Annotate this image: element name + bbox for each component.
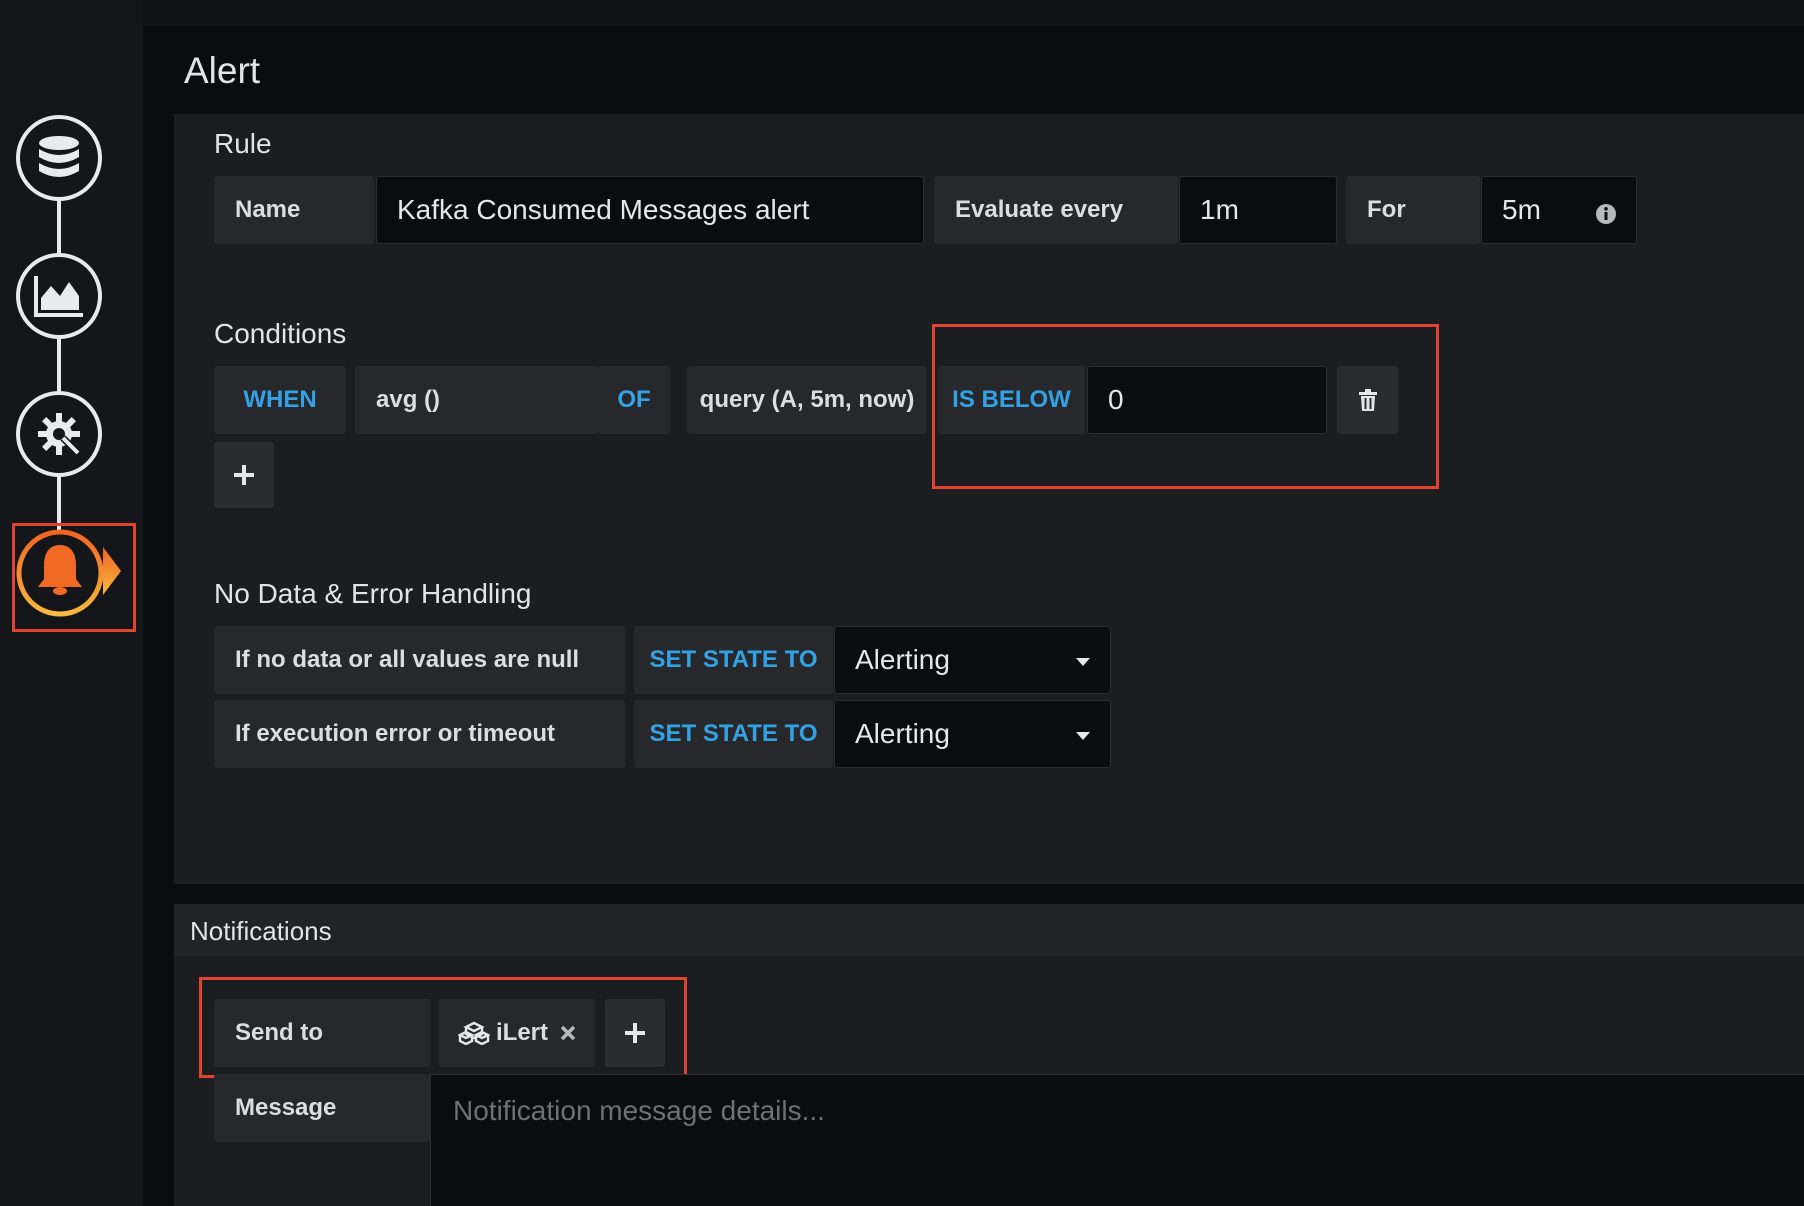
plus-icon xyxy=(234,465,254,485)
name-input[interactable]: Kafka Consumed Messages alert xyxy=(376,176,924,244)
nodata-state-select[interactable]: Alerting xyxy=(834,626,1111,694)
name-label: Name xyxy=(214,176,374,244)
add-condition-button[interactable] xyxy=(214,442,274,508)
set-state-label: SET STATE TO xyxy=(634,700,833,768)
when-label: WHEN xyxy=(214,366,346,434)
settings-icon xyxy=(38,413,81,456)
query-select[interactable]: query (A, 5m, now) xyxy=(687,366,927,434)
rail-connector xyxy=(57,333,61,393)
step-settings[interactable] xyxy=(16,391,102,477)
chevron-down-icon xyxy=(1076,658,1090,666)
error-state-select[interactable]: Alerting xyxy=(834,700,1111,768)
rule-section-title: Rule xyxy=(214,128,272,159)
message-label: Message xyxy=(214,1074,430,1142)
set-state-label: SET STATE TO xyxy=(634,626,833,694)
step-data-source[interactable] xyxy=(16,115,102,201)
rail-connector xyxy=(57,195,61,255)
visualization-icon xyxy=(34,276,83,317)
nodata-section-title: No Data & Error Handling xyxy=(214,578,532,609)
info-icon[interactable] xyxy=(1595,203,1617,225)
for-label: For xyxy=(1346,176,1480,244)
send-to-highlight xyxy=(199,977,687,1078)
evaluate-every-label: Evaluate every xyxy=(934,176,1178,244)
evaluate-every-input[interactable]: 1m xyxy=(1179,176,1337,244)
notifications-title: Notifications xyxy=(190,916,332,946)
data-source-icon xyxy=(39,136,79,177)
rail-connector xyxy=(57,471,61,531)
of-label: OF xyxy=(598,366,670,434)
conditions-section-title: Conditions xyxy=(214,318,347,349)
message-textarea[interactable]: Notification message details... xyxy=(430,1074,1804,1206)
error-state-value: Alerting xyxy=(855,718,950,749)
nodata-state-value: Alerting xyxy=(855,644,950,675)
step-visualization[interactable] xyxy=(16,253,102,339)
for-value: 5m xyxy=(1502,194,1541,225)
notifications-header xyxy=(174,904,1804,956)
reducer-select[interactable]: avg () xyxy=(355,366,598,434)
threshold-highlight xyxy=(932,324,1439,489)
nodata-row-label: If no data or all values are null xyxy=(214,626,625,694)
chevron-down-icon xyxy=(1076,732,1090,740)
step-alert[interactable] xyxy=(14,527,126,619)
page-title: Alert xyxy=(184,50,261,91)
error-row-label: If execution error or timeout xyxy=(214,700,625,768)
